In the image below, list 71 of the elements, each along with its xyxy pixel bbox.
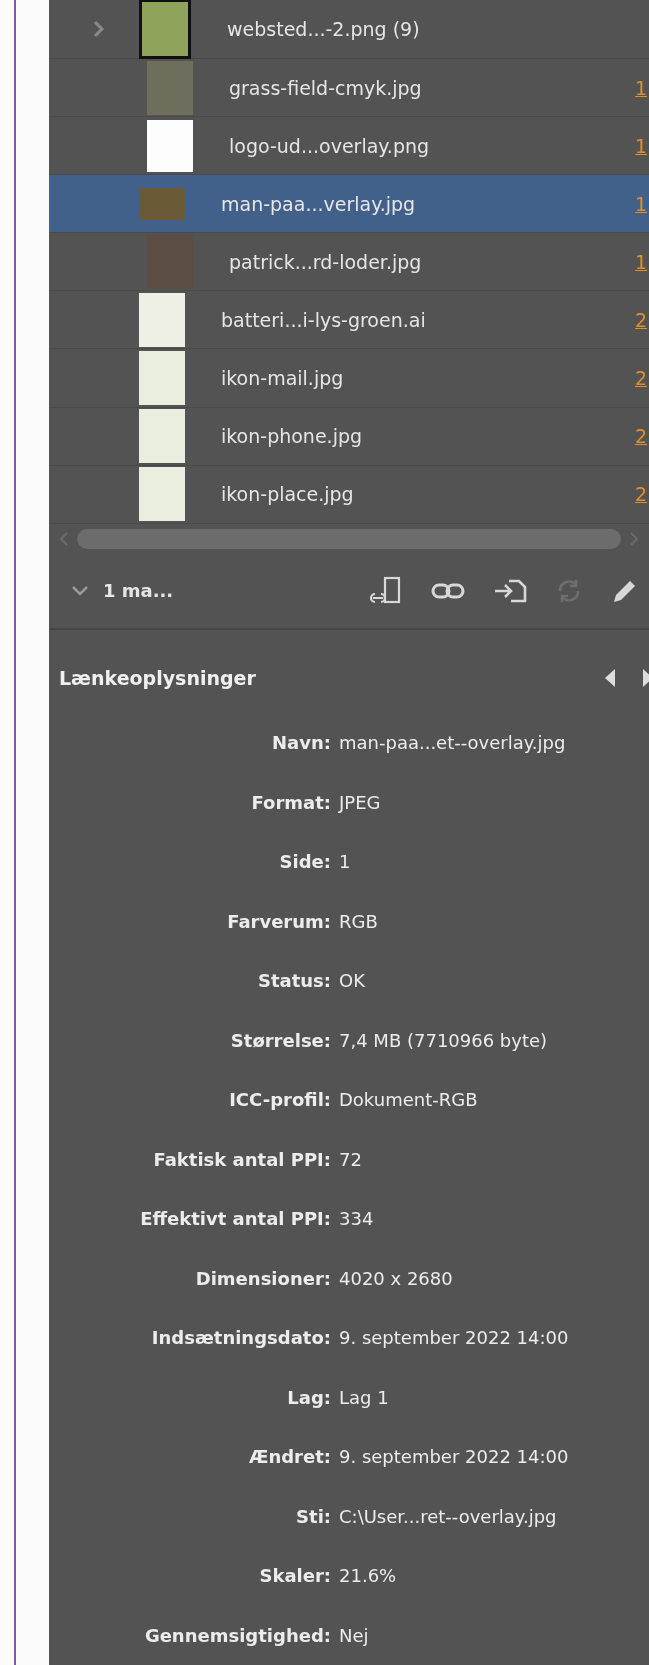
thumbnail-placeholder: [139, 467, 185, 522]
field-value: Lag 1: [339, 1386, 390, 1408]
link-name: patrick...rd-loder.jpg: [229, 250, 423, 273]
link-row[interactable]: ikon-place.jpg 2: [49, 465, 649, 524]
field-label: Sti:: [295, 1505, 332, 1527]
link-row[interactable]: websted...-2.png (9): [49, 0, 649, 59]
field-value: 334: [339, 1208, 375, 1230]
thumbnail-placeholder: [139, 0, 191, 59]
link-name: ikon-mail.jpg: [221, 367, 345, 389]
field-value: 9. september 2022 14:00: [339, 1446, 570, 1468]
page-number-link[interactable]: 2: [635, 367, 649, 389]
page-number-link[interactable]: 1: [635, 250, 649, 273]
scrollbar-thumb[interactable]: [77, 528, 621, 549]
link-row[interactable]: grass-field-cmyk.jpg 1: [49, 59, 649, 118]
field-label: Effektivt antal PPI:: [139, 1208, 332, 1230]
link-row[interactable]: ikon-mail.jpg 2: [49, 349, 649, 408]
link-name: ikon-phone.jpg: [221, 425, 364, 448]
field-value: 7,4 MB (7710966 byte): [339, 1029, 549, 1051]
field-label: Side:: [278, 851, 332, 873]
link-name: logo-ud...overlay.png: [229, 134, 431, 157]
thumbnail-placeholder: [139, 187, 185, 220]
thumbnail-placeholder: [139, 292, 185, 347]
link-name: man-paa...verlay.jpg: [221, 192, 417, 215]
field-label: ICC-profil:: [228, 1089, 332, 1111]
field-label: Dimensioner:: [194, 1267, 332, 1289]
selection-count: 1 ma...: [103, 580, 174, 602]
thumbnail-placeholder: [139, 409, 185, 464]
field-value: OK: [339, 970, 366, 992]
page-number-link[interactable]: 1: [635, 76, 649, 99]
field-label: Ændret:: [247, 1446, 332, 1468]
thumbnail-placeholder: [147, 119, 193, 172]
field-label: Gennemsigtighed:: [143, 1624, 332, 1646]
field-value: RGB: [339, 910, 379, 932]
link-name: websted...-2.png (9): [227, 18, 421, 40]
field-label: Faktisk antal PPI:: [152, 1148, 332, 1170]
field-label: Lag:: [286, 1386, 332, 1408]
field-value: Nej: [339, 1624, 370, 1646]
link-name: grass-field-cmyk.jpg: [229, 76, 423, 99]
field-label: Skaler:: [258, 1565, 332, 1587]
link-row[interactable]: man-paa...verlay.jpg 1: [49, 175, 649, 234]
field-label: Navn:: [271, 732, 332, 754]
thumbnail-placeholder: [147, 60, 193, 115]
link-row[interactable]: ikon-phone.jpg 2: [49, 407, 649, 466]
chain-link-icon: [431, 581, 465, 600]
page-number-link[interactable]: 1: [635, 134, 649, 157]
field-value: 9. september 2022 14:00: [339, 1327, 570, 1349]
chevron-down-icon[interactable]: [71, 584, 89, 597]
link-row[interactable]: batteri...i-lys-groen.ai 2: [49, 291, 649, 350]
panel-title: Lænkeoplysninger: [59, 666, 256, 689]
page-number-link[interactable]: 2: [635, 425, 649, 448]
field-value: man-paa...et--overlay.jpg: [339, 732, 567, 754]
field-label: Status:: [256, 970, 332, 992]
field-value: 72: [339, 1148, 363, 1170]
field-value: 21.6%: [339, 1565, 398, 1587]
field-value: C:\User...ret--overlay.jpg: [339, 1505, 558, 1527]
field-value: 1: [339, 851, 352, 873]
page-number-link[interactable]: 2: [635, 308, 649, 331]
field-value: JPEG: [339, 791, 382, 813]
field-label: Størrelse:: [229, 1029, 332, 1051]
field-label: Indsætningsdato:: [150, 1327, 332, 1349]
link-row[interactable]: patrick...rd-loder.jpg 1: [49, 233, 649, 292]
field-label: Format:: [250, 791, 332, 813]
link-name: batteri...i-lys-groen.ai: [221, 308, 427, 331]
field-label: Farverum:: [226, 910, 332, 932]
page-number-link[interactable]: 2: [635, 483, 649, 506]
thumbnail-placeholder: [139, 351, 185, 405]
field-value: Dokument-RGB: [339, 1089, 479, 1111]
previous-icon[interactable]: [605, 668, 615, 687]
field-value: 4020 x 2680: [339, 1267, 454, 1289]
relink-library-icon: [369, 575, 403, 606]
link-name: ikon-place.jpg: [221, 483, 355, 506]
